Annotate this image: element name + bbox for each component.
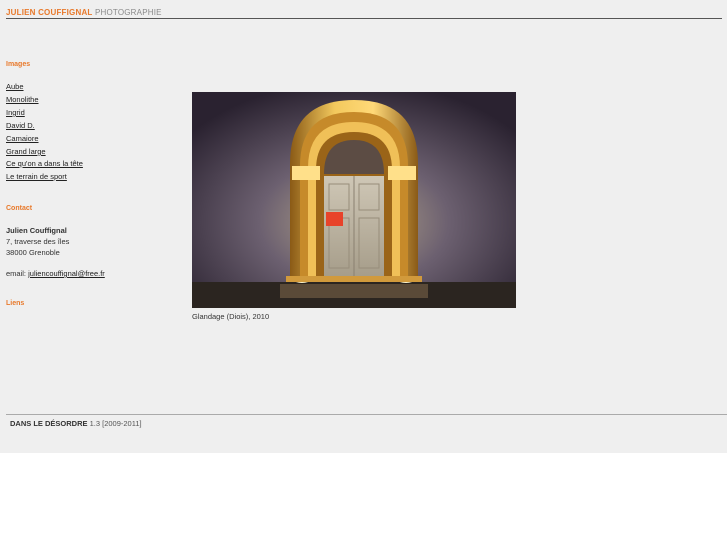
nav-link-ingrid[interactable]: Ingrid: [6, 108, 25, 117]
email-label: email:: [6, 269, 27, 278]
nav-link-le-terrain-de-sport[interactable]: Le terrain de sport: [6, 172, 67, 181]
footer-brand: DANS LE DÉSORDRE: [10, 419, 88, 428]
contact-name: Julien Couffignal: [6, 226, 67, 235]
nav-link-david-d[interactable]: David D.: [6, 121, 35, 130]
featured-photo: [192, 92, 516, 308]
links-section-title[interactable]: Liens: [6, 300, 24, 307]
contact-email-row: email: juliencouffignal@free.fr: [6, 269, 105, 278]
contact-address-line1: 7, traverse des îles: [6, 237, 70, 246]
site-footer: DANS LE DÉSORDRE 1.3 [2009-2011]: [10, 419, 142, 428]
nav-link-aube[interactable]: Aube: [6, 82, 24, 91]
contact-address-line2: 38000 Grenoble: [6, 248, 60, 257]
photo-caption: Glandage (Diois), 2010: [192, 312, 270, 321]
footer-divider: [6, 414, 727, 415]
site-name[interactable]: JULIEN COUFFIGNAL: [6, 8, 93, 17]
email-link[interactable]: juliencouffignal@free.fr: [28, 269, 105, 278]
nav-link-ce-quon-a-dans-la-tete[interactable]: Ce qu'on a dans la tête: [6, 159, 83, 168]
footer-version: 1.3 [2009-2011]: [89, 419, 142, 428]
contact-section-title: Contact: [6, 205, 33, 212]
nav-link-grand-large[interactable]: Grand large: [6, 147, 46, 156]
nav-link-monolithe[interactable]: Monolithe: [6, 95, 39, 104]
images-section-title: Images: [6, 61, 31, 68]
site-header: JULIEN COUFFIGNAL PHOTOGRAPHIE: [6, 8, 722, 19]
nav-link-camaiore[interactable]: Camaiore: [6, 134, 39, 143]
door-archway-image: [192, 92, 516, 308]
site-tagline: PHOTOGRAPHIE: [94, 8, 162, 17]
page: JULIEN COUFFIGNAL PHOTOGRAPHIE Images Au…: [0, 0, 727, 453]
